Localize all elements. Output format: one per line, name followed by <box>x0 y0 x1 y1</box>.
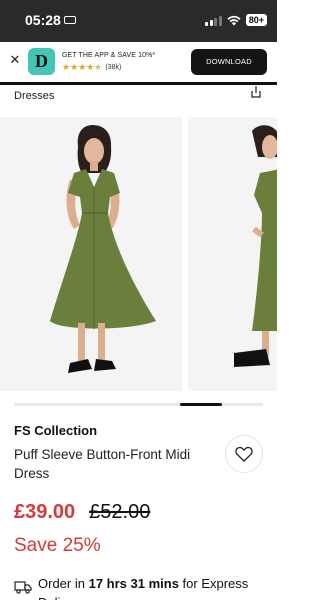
wifi-icon <box>227 15 241 25</box>
dress-photo-side <box>188 117 277 391</box>
star-icon: ★ <box>70 62 79 72</box>
star-icon: ★ <box>86 62 95 72</box>
product-image-main[interactable] <box>0 117 182 391</box>
app-rating: ★ ★ ★ ★ ★ (38k) <box>62 63 121 72</box>
cellular-signal-icon <box>205 15 222 26</box>
gallery-scroll-indicator <box>14 403 263 406</box>
product-image-gallery[interactable] <box>0 117 277 391</box>
truck-icon <box>14 581 32 594</box>
breadcrumb[interactable]: Dresses <box>14 90 54 102</box>
discount-label: Save 25% <box>14 535 101 556</box>
banner-title: GET THE APP & SAVE 10%* <box>62 52 156 59</box>
status-time: 05:28 <box>25 12 76 28</box>
close-icon[interactable]: ✕ <box>8 52 22 70</box>
download-button[interactable]: DOWNLOAD <box>191 49 267 75</box>
product-image-next[interactable] <box>188 117 277 391</box>
star-icon: ★ <box>78 62 87 72</box>
status-bar: 05:28 80+ <box>0 0 277 42</box>
status-icons: 80+ <box>205 13 267 27</box>
wallet-icon <box>63 16 76 24</box>
half-star-icon: ★ <box>94 62 103 72</box>
clock-text: 05:28 <box>25 12 61 28</box>
delivery-info: Order in 17 hrs 31 mins for Express Deli… <box>14 574 277 600</box>
dress-photo <box>0 117 182 391</box>
brand-name[interactable]: FS Collection <box>14 423 97 438</box>
delivery-countdown: 17 hrs 31 mins <box>88 576 179 591</box>
price-row: £39.00 £52.00 <box>14 501 150 524</box>
app-logo: D <box>28 48 55 75</box>
wishlist-button[interactable] <box>225 435 263 473</box>
star-icon: ★ <box>62 62 71 72</box>
battery-indicator: 80+ <box>245 14 267 26</box>
delivery-prefix: Order in <box>38 576 85 591</box>
delivery-text: Order in 17 hrs 31 mins for Express Deli… <box>38 574 268 600</box>
original-price: £52.00 <box>89 501 151 523</box>
sale-price: £39.00 <box>14 501 76 523</box>
heart-icon <box>235 446 253 462</box>
app-download-banner: ✕ D GET THE APP & SAVE 10%* ★ ★ ★ ★ ★ (3… <box>0 42 277 82</box>
category-header: Dresses <box>0 82 277 112</box>
gallery-scroll-thumb <box>180 403 222 406</box>
review-count: (38k) <box>105 64 122 71</box>
product-title: Puff Sleeve Button-Front Midi Dress <box>14 447 191 481</box>
share-icon[interactable] <box>249 85 263 99</box>
